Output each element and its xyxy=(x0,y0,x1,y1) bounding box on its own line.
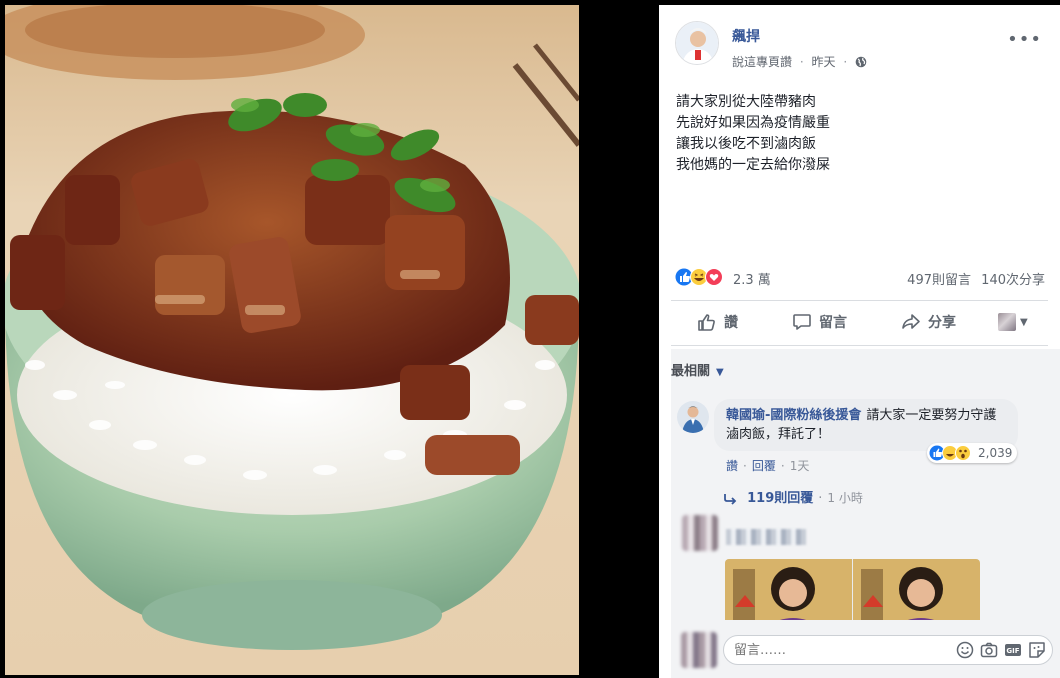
ellipsis-icon[interactable]: ••• xyxy=(1007,29,1042,50)
emoji-icon[interactable] xyxy=(956,641,974,659)
view-replies: 119則回覆 · 1 小時 xyxy=(723,487,863,506)
chevron-down-icon: ▼ xyxy=(716,367,724,378)
commenter-avatar[interactable] xyxy=(677,401,709,433)
post-line: 請大家別從大陸帶豬肉 xyxy=(676,94,816,110)
comment-actions: 讚 · 回覆 · 1天 xyxy=(726,459,810,473)
like-button[interactable]: 讚 xyxy=(697,307,738,337)
share-arrow-icon xyxy=(902,314,920,329)
braised-pork-rice-image xyxy=(5,5,579,675)
composer-icons: GIF xyxy=(956,641,1046,659)
camera-icon[interactable] xyxy=(980,641,998,659)
comment-like-link[interactable]: 讚 xyxy=(726,459,738,473)
post-line: 讓我以後吃不到滷肉飯 xyxy=(676,136,816,152)
post-text: 請大家別從大陸帶豬肉 先說好如果因為疫情嚴重 讓我以後吃不到滷肉飯 我他媽的一定… xyxy=(676,92,830,176)
thumbs-up-icon xyxy=(698,314,715,331)
page-name[interactable]: 飆捍 xyxy=(732,26,760,46)
sort-label: 最相關 xyxy=(671,364,711,379)
post-meta: 說這專頁讚 · 昨天 · xyxy=(732,53,867,70)
gif-icon[interactable]: GIF xyxy=(1004,641,1022,659)
blurred-commenter-name[interactable] xyxy=(726,529,806,545)
comments-section: 韓國瑜-國際粉絲後援會 請大家一定要努力守護滷肉飯，拜託了！ 2,039 讚 · 回覆… xyxy=(671,387,1060,627)
divider xyxy=(671,300,1048,301)
replies-link[interactable]: 119則回覆 xyxy=(747,491,813,506)
post-timestamp[interactable]: 昨天 xyxy=(812,53,836,70)
reaction-icons xyxy=(929,445,971,461)
viewer-avatar xyxy=(998,313,1016,331)
sort-dropdown[interactable]: 最相關 ▼ xyxy=(671,360,724,379)
post-as-selector[interactable]: ▼ xyxy=(998,307,1028,337)
divider xyxy=(671,345,1048,346)
globe-icon xyxy=(855,56,867,67)
comment-image[interactable] xyxy=(725,559,980,627)
post-actions: 讚 留言 分享 ▼ xyxy=(671,303,1048,341)
reactions-count[interactable]: 2.3 萬 xyxy=(733,269,771,288)
share-label: 分享 xyxy=(928,315,956,331)
post-line: 我他媽的一定去給你潑屎 xyxy=(676,157,830,173)
chevron-down-icon: ▼ xyxy=(1020,316,1028,328)
share-button[interactable]: 分享 xyxy=(901,307,956,337)
post-photo[interactable] xyxy=(5,5,579,675)
comment-button[interactable]: 留言 xyxy=(792,307,847,337)
post-panel: 飆捍 說這專頁讚 · 昨天 · ••• 請大家別從大陸帶豬肉 先說好如果因為疫情… xyxy=(659,5,1060,678)
viewer-avatar xyxy=(681,632,717,668)
comment-time[interactable]: 1天 xyxy=(790,459,810,473)
post-line: 先說好如果因為疫情嚴重 xyxy=(676,115,830,131)
love-reaction-icon xyxy=(705,268,723,286)
page-avatar[interactable] xyxy=(675,21,719,65)
comment-sorter: 最相關 ▼ xyxy=(671,349,1060,387)
comment-composer: GIF xyxy=(671,620,1060,678)
comment-bubble-icon xyxy=(793,314,811,330)
reaction-icons[interactable] xyxy=(675,268,731,286)
comment-reactions-count: 2,039 xyxy=(978,446,1013,460)
like-reaction-icon xyxy=(675,268,693,286)
blurred-commenter-avatar[interactable] xyxy=(682,515,718,551)
comment-author[interactable]: 韓國瑜-國際粉絲後援會 xyxy=(726,408,861,423)
haha-reaction-icon xyxy=(690,268,708,286)
comment-reactions[interactable]: 2,039 xyxy=(927,443,1018,463)
meta-prefix[interactable]: 說這專頁讚 xyxy=(732,53,792,70)
reply-arrow-icon xyxy=(724,493,737,505)
post-header: 飆捍 說這專頁讚 · 昨天 · ••• xyxy=(659,5,1060,85)
replies-time: 1 小時 xyxy=(827,491,863,505)
post-stats: 2.3 萬 497則留言 140次分享 xyxy=(675,266,1045,290)
sticker-icon[interactable] xyxy=(1028,641,1046,659)
comment-label: 留言 xyxy=(819,315,847,331)
svg-text:GIF: GIF xyxy=(1006,647,1019,655)
comment-reply-link[interactable]: 回覆 xyxy=(752,459,776,473)
like-label: 讚 xyxy=(724,315,738,331)
shares-count[interactable]: 140次分享 xyxy=(981,269,1045,288)
comments-count[interactable]: 497則留言 xyxy=(907,269,971,288)
